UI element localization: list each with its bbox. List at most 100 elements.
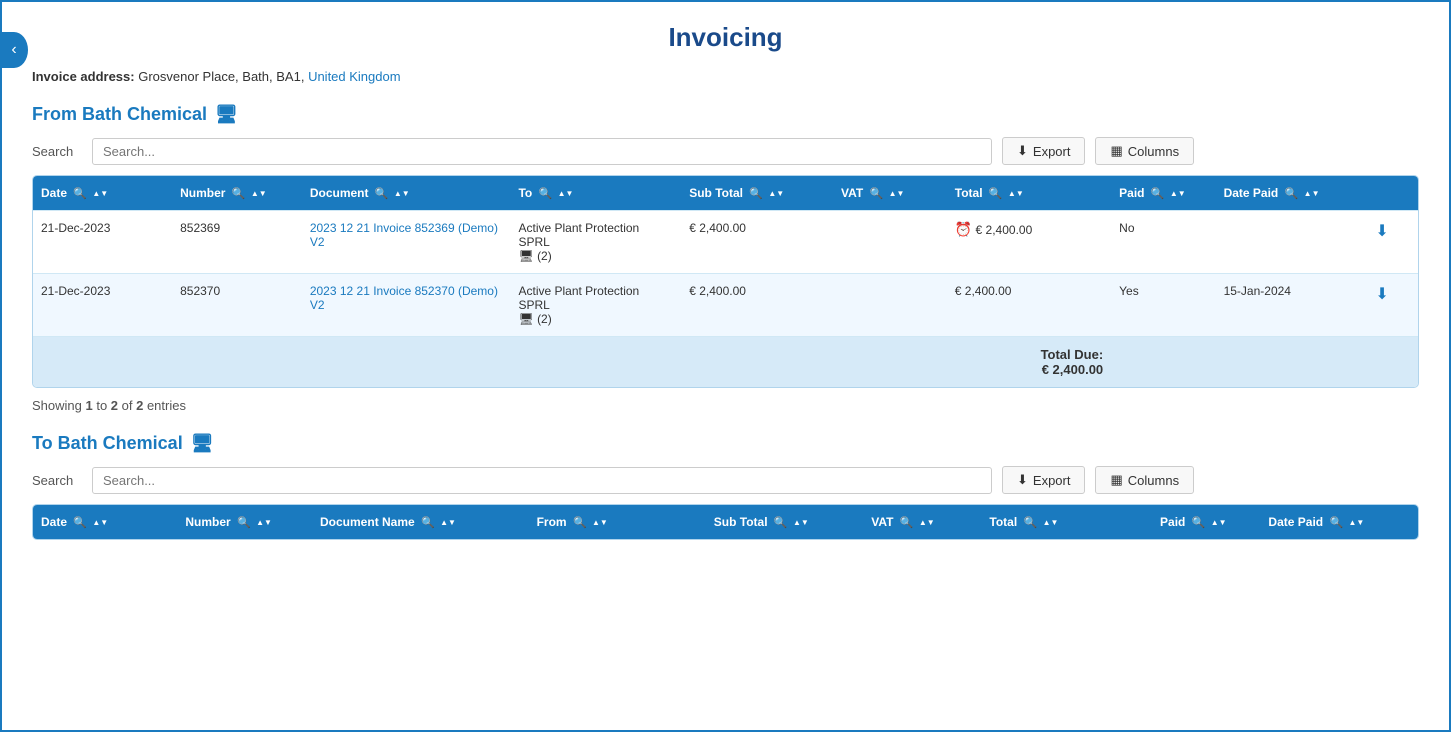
to-section: To Bath Chemical 🖥 Search ⬇ Export ▦ Col… xyxy=(32,433,1419,540)
to-date-search-icon: 🔍 xyxy=(73,517,87,529)
from-total-row: Total Due: € 2,400.00 xyxy=(33,337,1418,388)
row1-number: 852369 xyxy=(172,211,302,274)
date-sort-icon: ▲▼ xyxy=(92,190,108,198)
to-table-header-row: Date 🔍 ▲▼ Number 🔍 ▲▼ Document Name 🔍 ▲▼ xyxy=(33,505,1418,539)
total-empty-4 xyxy=(510,337,681,388)
invoice-address-value: Grosvenor Place, Bath, BA1, xyxy=(138,69,304,84)
to-columns-label: Columns xyxy=(1128,473,1179,488)
row2-to-count: (2) xyxy=(537,312,552,326)
to-col-number[interactable]: Number 🔍 ▲▼ xyxy=(177,505,312,539)
row2-document-link[interactable]: 2023 12 21 Invoice 852370 (Demo) V2 xyxy=(310,284,498,312)
showing-to: 2 xyxy=(111,398,118,413)
total-empty-3 xyxy=(302,337,511,388)
row2-subtotal: € 2,400.00 xyxy=(681,274,833,337)
row2-paid: Yes xyxy=(1111,274,1215,337)
row1-to: Active Plant Protection SPRL 🖥 (2) xyxy=(510,211,681,274)
to-col-document[interactable]: Document Name 🔍 ▲▼ xyxy=(312,505,529,539)
vat-search-icon: 🔍 xyxy=(870,188,884,200)
total-empty-8 xyxy=(1216,337,1368,388)
to-from-sort-icon: ▲▼ xyxy=(592,519,608,527)
to-col-vat[interactable]: VAT 🔍 ▲▼ xyxy=(863,505,981,539)
from-col-to[interactable]: To 🔍 ▲▼ xyxy=(510,176,681,211)
to-document-sort-icon: ▲▼ xyxy=(440,519,456,527)
to-subtotal-sort-icon: ▲▼ xyxy=(793,519,809,527)
from-export-button[interactable]: ⬇ Export xyxy=(1002,137,1085,165)
paid-sort-icon: ▲▼ xyxy=(1170,190,1186,198)
from-section-title: From Bath Chemical 🖥 xyxy=(32,104,1419,125)
page-title: Invoicing xyxy=(32,22,1419,53)
row2-number: 852370 xyxy=(172,274,302,337)
row2-to: Active Plant Protection SPRL 🖥 (2) xyxy=(510,274,681,337)
to-paid-sort-icon: ▲▼ xyxy=(1211,519,1227,527)
to-export-down-icon: ⬇ xyxy=(1017,472,1028,488)
table-row: 21-Dec-2023 852370 2023 12 21 Invoice 85… xyxy=(33,274,1418,337)
to-datepaid-sort-icon: ▲▼ xyxy=(1349,519,1365,527)
to-sort-icon: ▲▼ xyxy=(558,190,574,198)
row2-download[interactable]: ⬇ xyxy=(1367,274,1418,337)
from-col-datepaid[interactable]: Date Paid 🔍 ▲▼ xyxy=(1216,176,1368,211)
invoice-address: Invoice address: Grosvenor Place, Bath, … xyxy=(32,69,1419,84)
to-vat-search-icon: 🔍 xyxy=(900,517,914,529)
from-columns-label: Columns xyxy=(1128,144,1179,159)
to-export-label: Export xyxy=(1033,473,1071,488)
back-button[interactable]: ‹ xyxy=(0,32,28,68)
total-empty-5 xyxy=(681,337,833,388)
paid-search-icon: 🔍 xyxy=(1151,188,1165,200)
total-due-label: Total Due: xyxy=(955,347,1103,362)
from-col-dl xyxy=(1367,176,1418,211)
row1-document-link[interactable]: 2023 12 21 Invoice 852369 (Demo) V2 xyxy=(310,221,498,249)
from-col-vat[interactable]: VAT 🔍 ▲▼ xyxy=(833,176,947,211)
to-col-subtotal[interactable]: Sub Total 🔍 ▲▼ xyxy=(706,505,864,539)
to-col-date[interactable]: Date 🔍 ▲▼ xyxy=(33,505,177,539)
to-number-search-icon: 🔍 xyxy=(237,517,251,529)
from-showing-text: Showing 1 to 2 of 2 entries xyxy=(32,398,1419,413)
to-columns-button[interactable]: ▦ Columns xyxy=(1095,466,1194,494)
to-datepaid-search-icon: 🔍 xyxy=(1329,517,1343,529)
to-col-paid[interactable]: Paid 🔍 ▲▼ xyxy=(1152,505,1260,539)
from-col-number[interactable]: Number 🔍 ▲▼ xyxy=(172,176,302,211)
row1-download[interactable]: ⬇ xyxy=(1367,211,1418,274)
from-col-date[interactable]: Date 🔍 ▲▼ xyxy=(33,176,172,211)
from-col-total[interactable]: Total 🔍 ▲▼ xyxy=(947,176,1111,211)
from-col-paid[interactable]: Paid 🔍 ▲▼ xyxy=(1111,176,1215,211)
to-search-input[interactable] xyxy=(92,467,992,494)
to-section-title: To Bath Chemical 🖥 xyxy=(32,433,1419,454)
to-col-from[interactable]: From 🔍 ▲▼ xyxy=(529,505,706,539)
total-empty-9 xyxy=(1367,337,1418,388)
from-search-input[interactable] xyxy=(92,138,992,165)
vat-sort-icon: ▲▼ xyxy=(889,190,905,198)
download-icon[interactable]: ⬇ xyxy=(1375,223,1388,240)
to-export-button[interactable]: ⬇ Export xyxy=(1002,466,1085,494)
row2-datepaid: 15-Jan-2024 xyxy=(1216,274,1368,337)
invoice-address-link[interactable]: United Kingdom xyxy=(308,69,401,84)
row1-document[interactable]: 2023 12 21 Invoice 852369 (Demo) V2 xyxy=(302,211,511,274)
subtotal-sort-icon: ▲▼ xyxy=(768,190,784,198)
date-search-icon: 🔍 xyxy=(73,188,87,200)
to-total-search-icon: 🔍 xyxy=(1024,517,1038,529)
monitor-icon-to: 🖥 xyxy=(191,433,214,454)
from-export-label: Export xyxy=(1033,144,1071,159)
document-search-icon: 🔍 xyxy=(375,188,389,200)
page-wrapper: ‹ Invoicing Invoice address: Grosvenor P… xyxy=(0,0,1451,732)
row2-document[interactable]: 2023 12 21 Invoice 852370 (Demo) V2 xyxy=(302,274,511,337)
from-table-container: Date 🔍 ▲▼ Number 🔍 ▲▼ Document 🔍 ▲▼ xyxy=(32,175,1419,388)
to-col-total[interactable]: Total 🔍 ▲▼ xyxy=(981,505,1152,539)
total-empty-6 xyxy=(833,337,947,388)
total-due-cell: Total Due: € 2,400.00 xyxy=(947,337,1111,388)
row2-vat xyxy=(833,274,947,337)
to-subtotal-search-icon: 🔍 xyxy=(774,517,788,529)
from-columns-button[interactable]: ▦ Columns xyxy=(1095,137,1194,165)
datepaid-sort-icon: ▲▼ xyxy=(1304,190,1320,198)
to-search-label: Search xyxy=(32,473,82,488)
row1-to-count: (2) xyxy=(537,249,552,263)
document-sort-icon: ▲▼ xyxy=(394,190,410,198)
showing-total: 2 xyxy=(136,398,143,413)
monitor-icon-row1: 🖥 xyxy=(518,249,533,263)
from-col-subtotal[interactable]: Sub Total 🔍 ▲▼ xyxy=(681,176,833,211)
number-sort-icon: ▲▼ xyxy=(251,190,267,198)
row1-total: ⏰ € 2,400.00 xyxy=(947,211,1111,274)
to-vat-sort-icon: ▲▼ xyxy=(919,519,935,527)
download-icon-2[interactable]: ⬇ xyxy=(1375,286,1388,303)
to-col-datepaid[interactable]: Date Paid 🔍 ▲▼ xyxy=(1260,505,1418,539)
from-col-document[interactable]: Document 🔍 ▲▼ xyxy=(302,176,511,211)
